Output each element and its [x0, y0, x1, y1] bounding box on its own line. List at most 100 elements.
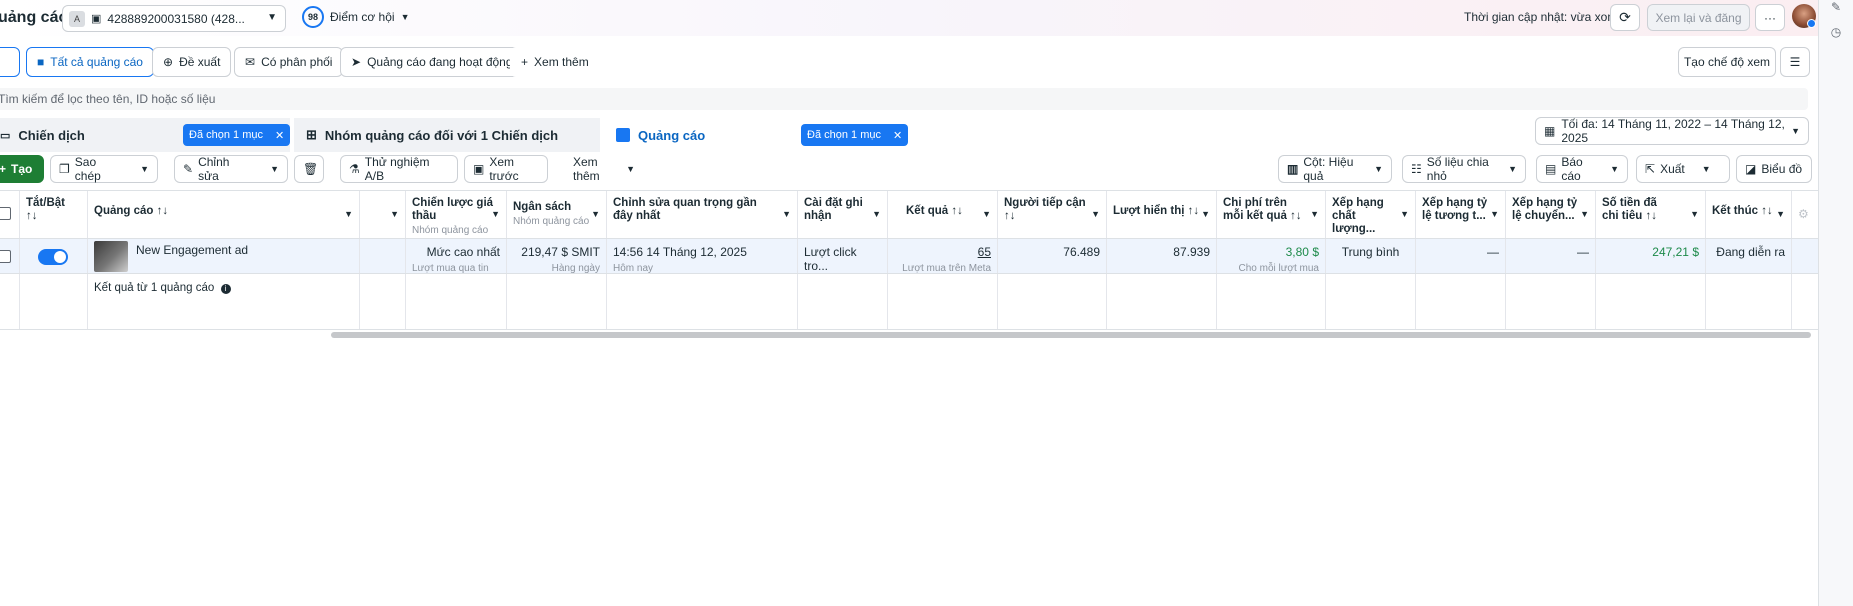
header-results[interactable]: Kết quả ↑↓ ▼ — [888, 191, 998, 238]
summary-blank-cell — [1706, 274, 1792, 329]
chevron-down-icon: ▼ — [1508, 164, 1517, 174]
header-impressions[interactable]: Lượt hiển thị ↑↓ ▼ — [1107, 191, 1217, 238]
summary-row: Kết quả từ 1 quảng cáo i — [0, 274, 1818, 330]
clock-icon[interactable]: ◷ — [1829, 25, 1843, 39]
header-label: Kết thúc ↑↓ — [1712, 205, 1773, 217]
header-engagement-ranking[interactable]: Xếp hạng tỷ lệ tương t... ▼ — [1416, 191, 1506, 238]
chevron-down-icon: ▼ — [591, 209, 600, 219]
header-label: Chiến lược giá thầu — [412, 197, 494, 222]
row-select-cell — [0, 239, 20, 273]
ad-name[interactable]: New Engagement ad — [136, 243, 248, 257]
filter-all-ads[interactable]: ■ Tất cả quảng cáo — [26, 47, 154, 77]
charts-button[interactable]: ◪ Biểu đồ — [1736, 155, 1812, 183]
summary-blank-cell — [1506, 274, 1596, 329]
row-budget-cell: 219,47 $ SMIT Hàng ngày — [507, 239, 607, 273]
header-budget[interactable]: Ngân sách Nhóm quảng cáo ▼ — [507, 191, 607, 238]
date-range-picker[interactable]: ▦ Tối đa: 14 Tháng 11, 2022 – 14 Tháng 1… — [1535, 117, 1809, 145]
ad-account-icon: ▣ — [91, 13, 102, 25]
summary-blank-cell — [798, 274, 888, 329]
search-input[interactable]: Tìm kiếm để lọc theo tên, ID hoặc số liệ… — [0, 88, 1808, 110]
filter-row: ⌕ ■ Tất cả quảng cáo ⊕ Đề xuất ✉ Có phân… — [0, 44, 1818, 80]
refresh-button[interactable]: ⟳ — [1610, 4, 1640, 31]
campaigns-selected-chip[interactable]: Đã chọn 1 mục ✕ — [183, 124, 291, 146]
select-all-checkbox[interactable] — [0, 207, 11, 220]
sliders-icon: ☰ — [1789, 55, 1801, 69]
header-quality-ranking[interactable]: Xếp hạng chất lượng... ▼ — [1326, 191, 1416, 238]
header-label: Tắt/Bật — [26, 197, 65, 209]
close-icon[interactable]: ✕ — [893, 129, 902, 142]
header-label: Xếp hạng tỷ lệ chuyển... — [1512, 197, 1578, 222]
bid-sub: Lượt mua qua tin n... — [412, 263, 489, 273]
update-status: Thời gian cập nhật: vừa xong — [1464, 10, 1621, 24]
ab-test-button[interactable]: ⚗ Thử nghiệm A/B — [340, 155, 458, 183]
ad-toggle-switch[interactable] — [38, 249, 68, 265]
table-row[interactable]: New Engagement ad Mức cao nhất Lượt mua … — [0, 239, 1818, 274]
budget-value: 219,47 $ SMIT — [521, 245, 600, 259]
search-button[interactable]: ⌕ — [0, 47, 20, 77]
header-sub: Nhóm quảng cáo — [412, 225, 489, 236]
row-ad-cell: New Engagement ad — [88, 239, 360, 273]
folder-icon: ■ — [37, 55, 45, 69]
breakdown-button[interactable]: ☷ Số liệu chia nhỏ ▼ — [1402, 155, 1526, 183]
header-toggle[interactable]: Tắt/Bật ↑↓ — [20, 191, 88, 238]
account-id: 428889200031580 (428... — [107, 11, 245, 26]
row-spent-cell: 247,21 $ — [1596, 239, 1706, 273]
summary-blank-cell — [1107, 274, 1217, 329]
ends-value: Đang diễn ra — [1716, 245, 1785, 259]
chevron-down-icon: ▼ — [390, 209, 399, 219]
header-amount-spent[interactable]: Số tiền đã chi tiêu ↑↓ ▼ — [1596, 191, 1706, 238]
chevron-down-icon: ▼ — [1310, 209, 1319, 219]
header-ends[interactable]: Kết thúc ↑↓ ▼ — [1706, 191, 1792, 238]
table-header: Tắt/Bật ↑↓ Quảng cáo ↑↓ ▼ ▼ Chiến lược g… — [0, 190, 1818, 239]
tab-adsets[interactable]: ⊞ Nhóm quảng cáo đối với 1 Chiến dịch — [294, 118, 600, 152]
edit-icon[interactable]: ✎ — [1829, 0, 1843, 14]
create-button[interactable]: + Tạo — [0, 155, 44, 183]
chevron-down-icon: ▼ — [1374, 164, 1383, 174]
header-conversion-ranking[interactable]: Xếp hạng tỷ lệ chuyển... ▼ — [1506, 191, 1596, 238]
create-label: Tạo — [11, 162, 33, 176]
settings-sliders-button[interactable]: ☰ — [1780, 47, 1810, 77]
row-attribution-cell: Lượt click tro... — [798, 239, 888, 273]
filter-delivery[interactable]: ✉ Có phân phối — [234, 47, 344, 77]
chevron-down-icon: ▼ — [270, 164, 279, 174]
filter-active-ads[interactable]: ➤ Quảng cáo đang hoạt động — [340, 47, 524, 77]
header-label: Ngân sách — [513, 201, 572, 213]
column-settings[interactable]: ⚙ — [1792, 191, 1818, 238]
header-ad[interactable]: Quảng cáo ↑↓ ▼ — [88, 191, 360, 238]
header-cost-per-result[interactable]: Chi phí trên mỗi kết quả ↑↓ ▼ — [1217, 191, 1326, 238]
info-icon[interactable]: i — [220, 284, 231, 294]
reports-button[interactable]: ▤ Báo cáo ▼ — [1536, 155, 1628, 183]
toolbar-more-button[interactable]: Xem thêm ▼ — [564, 155, 644, 183]
folder-icon: ▭ — [0, 129, 11, 142]
see-more-filters[interactable]: + Xem thêm — [510, 47, 600, 77]
review-publish-button[interactable]: Xem lại và đăng — [1647, 4, 1750, 31]
plus-icon: + — [0, 162, 7, 176]
filter-suggestions[interactable]: ⊕ Đề xuất — [152, 47, 232, 77]
duplicate-button[interactable]: ❐ Sao chép ▼ — [50, 155, 158, 183]
ads-selected-chip[interactable]: Đã chọn 1 mục ✕ — [801, 124, 909, 146]
columns-button[interactable]: ▥ Cột: Hiệu quả ▼ — [1278, 155, 1392, 183]
results-value[interactable]: 65 — [894, 245, 991, 259]
more-options-button[interactable]: ··· — [1755, 4, 1785, 31]
opportunity-score-button[interactable]: 98 Điểm cơ hội ▼ — [302, 6, 409, 28]
preview-button[interactable]: ▣ Xem trước — [464, 155, 548, 183]
edit-button[interactable]: ✎ Chỉnh sửa ▼ — [174, 155, 288, 183]
account-selector[interactable]: A ▣ 428889200031580 (428... ▼ — [62, 5, 286, 32]
header-bid-strategy[interactable]: Chiến lược giá thầu Nhóm quảng cáo ▼ — [406, 191, 507, 238]
close-icon[interactable]: ✕ — [275, 129, 284, 142]
header-last-edit[interactable]: Chỉnh sửa quan trọng gần đây nhất ▼ — [607, 191, 798, 238]
row-checkbox[interactable] — [0, 250, 11, 263]
summary-blank-cell — [507, 274, 607, 329]
header-sub: Nhóm quảng cáo — [513, 216, 590, 227]
create-view-button[interactable]: Tạo chế độ xem — [1678, 47, 1776, 77]
summary-label-cell: Kết quả từ 1 quảng cáo i — [88, 274, 360, 329]
header-reach[interactable]: Người tiếp cận ↑↓ ▼ — [998, 191, 1107, 238]
ad-thumbnail[interactable] — [94, 241, 128, 272]
page-title: uảng cáo — [0, 9, 69, 26]
horizontal-scrollbar[interactable] — [331, 332, 1811, 338]
export-button[interactable]: ⇱ Xuất ▼ — [1636, 155, 1730, 183]
row-conversion-cell: — — [1506, 239, 1596, 273]
header-attribution[interactable]: Cài đặt ghi nhận ▼ — [798, 191, 888, 238]
delete-button[interactable]: 🗑 — [294, 155, 324, 183]
row-quality-cell: Trung bình — [1326, 239, 1416, 273]
